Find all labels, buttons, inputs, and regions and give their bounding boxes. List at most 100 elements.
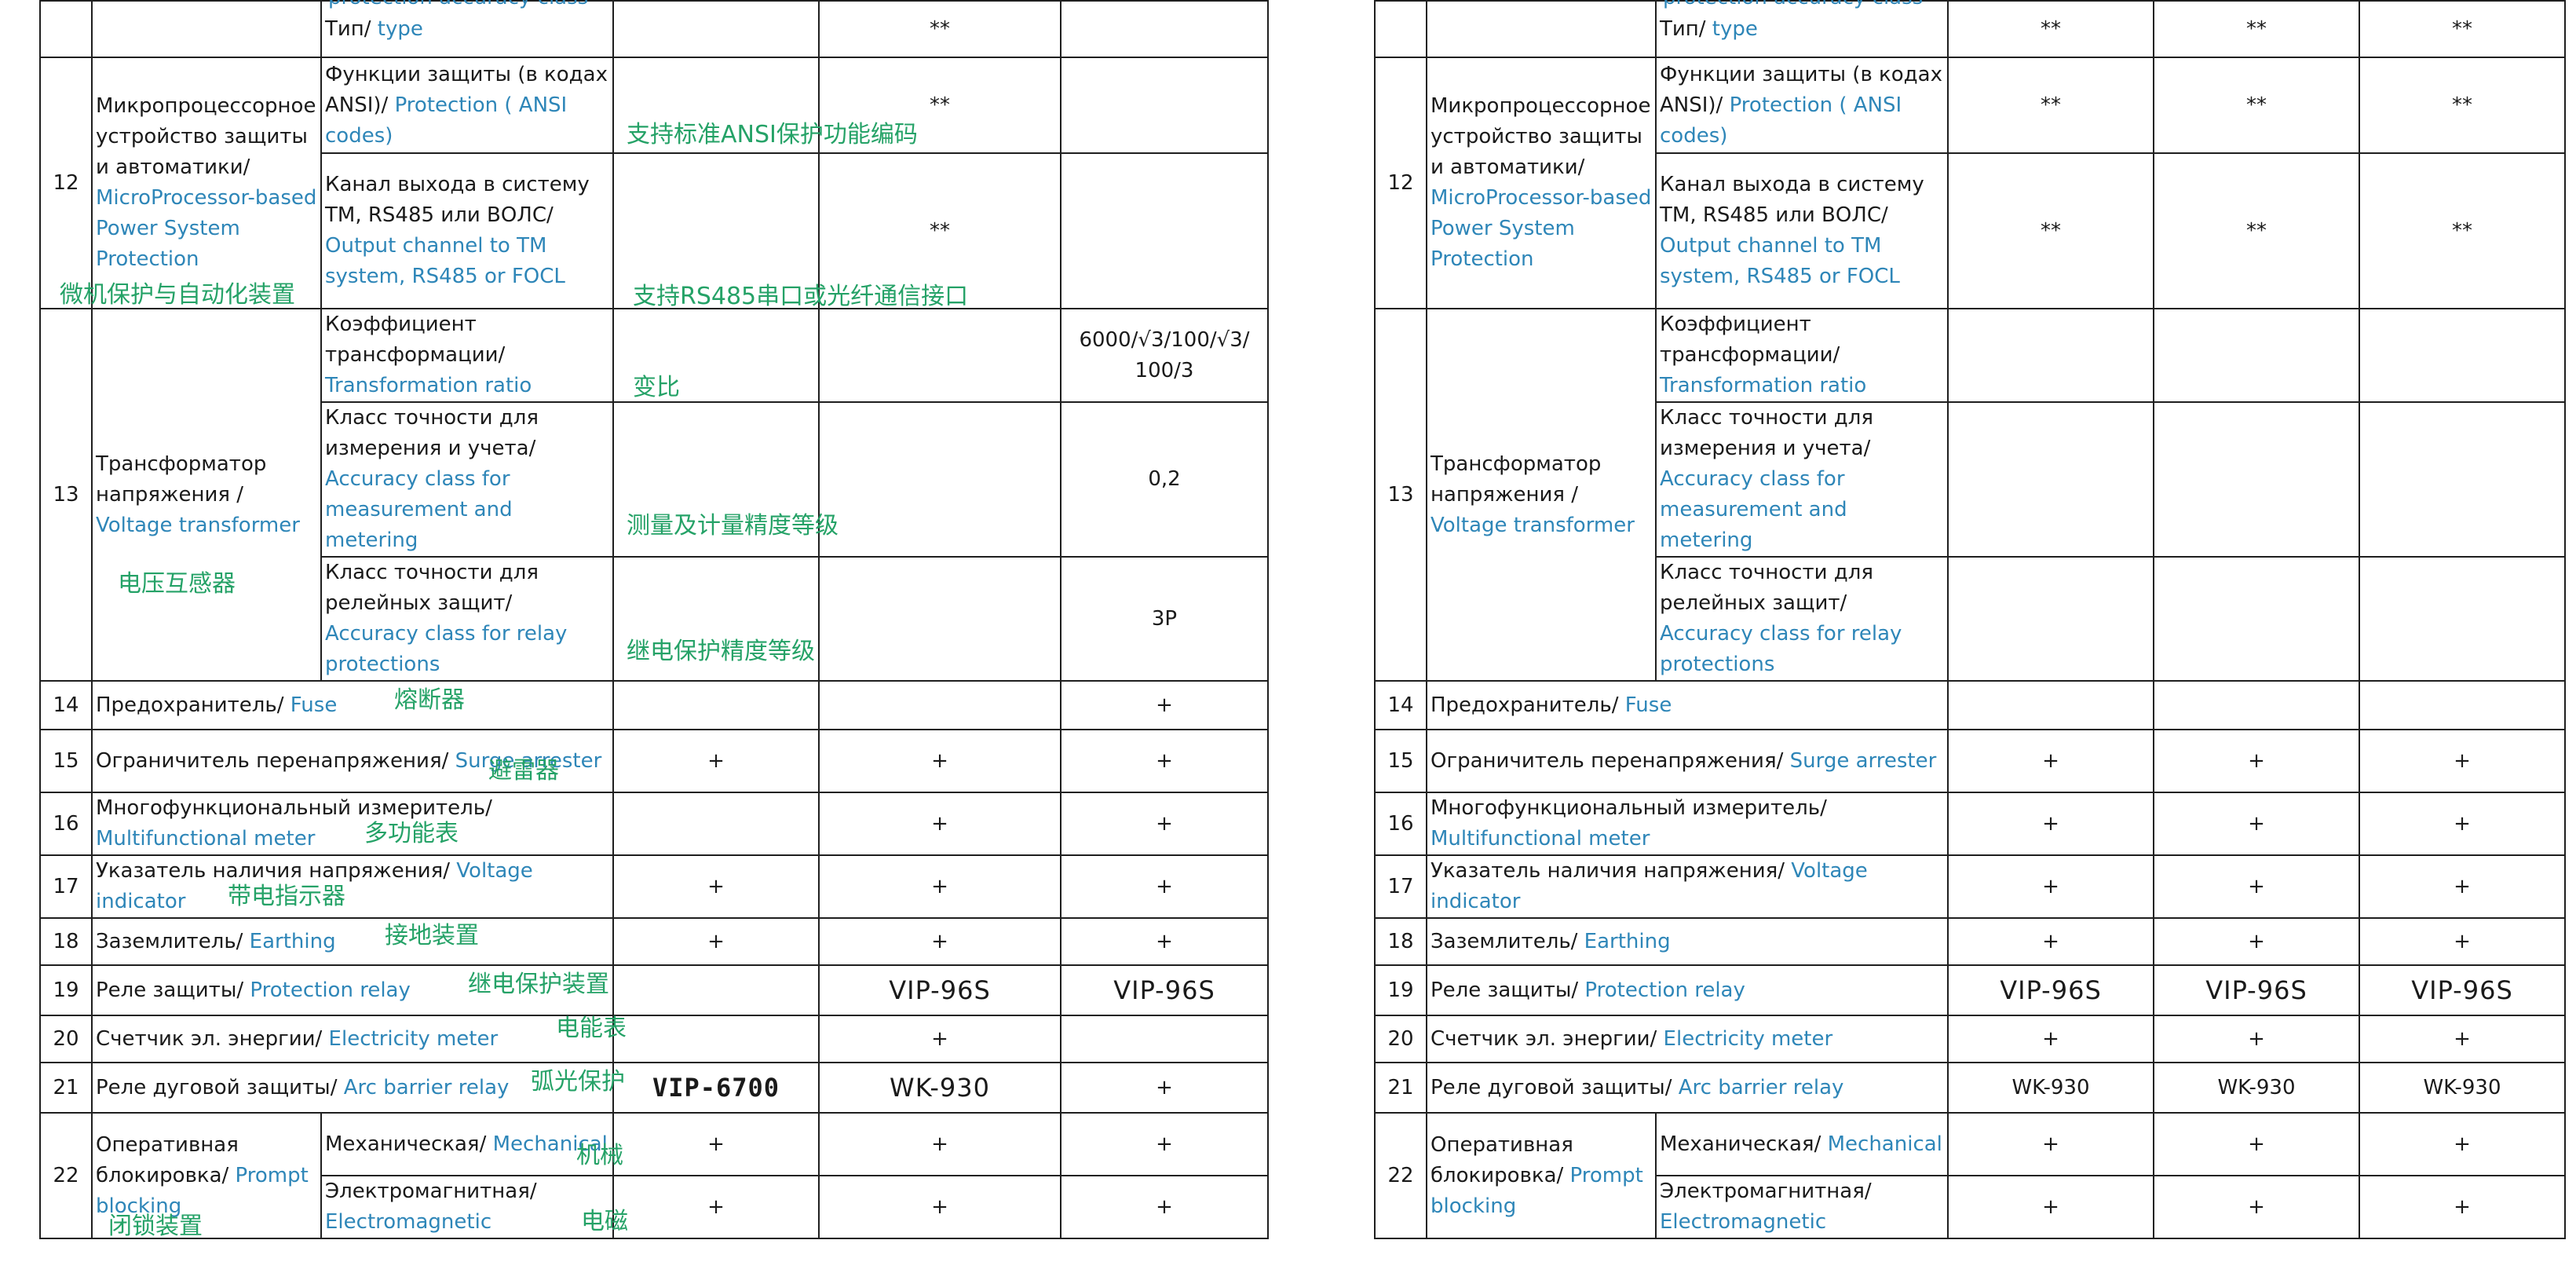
- mark-cell: WK-930: [1947, 1062, 2154, 1114]
- mark-cell: +: [2153, 1015, 2360, 1063]
- table-row: 21 Реле дуговой защиты/ Arc barrier rela…: [39, 1062, 1269, 1114]
- mark-cell: +: [818, 729, 1061, 793]
- zh-annotation: 弧光保护: [531, 1068, 625, 1096]
- row-name-cell: Трансформатор напряжения / Voltage trans…: [91, 308, 322, 682]
- table-row: 16 Многофункциональный измеритель/ Multi…: [1374, 792, 2566, 856]
- table-row: 22 Оперативная блокировка/ Prompt blocki…: [1374, 1112, 2566, 1239]
- row-number: 16: [1374, 792, 1427, 856]
- row-name-cell: Заземлитель/ Earthing: [91, 917, 614, 966]
- value-cell: 3P: [1060, 556, 1269, 682]
- zh-annotation: 继电保护精度等级: [627, 638, 815, 665]
- mark-cell: VIP-96S: [818, 964, 1061, 1016]
- zh-annotation: 电磁: [581, 1208, 628, 1235]
- mark-cell: +: [1060, 1175, 1269, 1239]
- mark-cell: +: [1060, 917, 1269, 966]
- mark-cell: +: [2359, 917, 2566, 966]
- mark-cell: +: [2359, 1112, 2566, 1176]
- mark-cell: +: [1060, 792, 1269, 856]
- table-row: 15 Ограничитель перенапряжения/ Surge ar…: [1374, 729, 2566, 793]
- mark-cell: **: [2359, 0, 2566, 58]
- table-row: Тип/ type **: [39, 0, 1269, 58]
- mark-cell: +: [1947, 1175, 2154, 1239]
- zh-annotation: 电能表: [556, 1015, 627, 1042]
- mark-cell: +: [1060, 1062, 1269, 1114]
- zh-annotation: 闭锁装置: [108, 1213, 203, 1240]
- sub-cell: Электромагнитная/ Electromagnetic: [1655, 1175, 1949, 1239]
- mark-cell: VIP-96S: [1060, 964, 1269, 1016]
- zh-annotation: 带电指示器: [228, 883, 345, 910]
- row-name-cell: Оперативная блокировка/ Prompt blocking: [1426, 1112, 1657, 1239]
- row-name-cell: Реле защиты/ Protection relay: [1426, 964, 1949, 1016]
- sub-cell: Механическая/ Mechanical: [320, 1112, 614, 1176]
- zh-annotation: 测量及计量精度等级: [627, 512, 839, 540]
- row-number: 16: [39, 792, 93, 856]
- table-row: 15 Ограничитель перенапряжения/ Surge ar…: [39, 729, 1269, 793]
- mark-cell: WK-930: [2359, 1062, 2566, 1114]
- mark-cell: +: [612, 854, 820, 919]
- mark-cell: **: [2153, 152, 2360, 309]
- zh-annotation: 变比: [633, 374, 680, 401]
- table-row: 19 Реле защиты/ Protection relay VIP-96S…: [1374, 964, 2566, 1016]
- row-number: 18: [1374, 917, 1427, 966]
- mark-cell: +: [818, 917, 1061, 966]
- mark-cell: +: [2359, 729, 2566, 793]
- table-row: 18 Заземлитель/ Earthing + + +: [39, 917, 1269, 966]
- mark-cell: +: [818, 854, 1061, 919]
- row-name-cell: Счетчик эл. энергии/ Electricity meter: [1426, 1015, 1949, 1063]
- row-number: 22: [39, 1112, 93, 1239]
- mark-cell: +: [1060, 680, 1269, 730]
- sub-cell: Коэффициент трансформации/ Transformatio…: [1655, 308, 1949, 403]
- table-row: 18 Заземлитель/ Earthing + + +: [1374, 917, 2566, 966]
- mark-cell: **: [1947, 57, 2154, 154]
- mark-cell: +: [1947, 1015, 2154, 1063]
- row-number: 17: [1374, 854, 1427, 919]
- row-name-cell: Микропроцессорное устройство защиты и ав…: [91, 57, 322, 309]
- row-number: 20: [39, 1015, 93, 1063]
- mark-cell: +: [1947, 1112, 2154, 1176]
- mark-cell: **: [2359, 57, 2566, 154]
- mark-cell: WK-930: [2153, 1062, 2360, 1114]
- mark-cell: VIP-6700: [612, 1062, 820, 1114]
- sub-cell: Класс точности для измерения и учета/ Ac…: [320, 401, 614, 558]
- table-row: 20 Счетчик эл. энергии/ Electricity mete…: [1374, 1015, 2566, 1063]
- row-name-cell: Микропроцессорное устройство защиты и ав…: [1426, 57, 1657, 309]
- mark-cell: +: [2359, 854, 2566, 919]
- sub-cell: Канал выхода в систему ТМ, RS485 или ВОЛ…: [320, 152, 614, 309]
- mark-cell: +: [1947, 854, 2154, 919]
- row-name-cell: [91, 0, 322, 58]
- row-name-cell: Предохранитель/ Fuse: [1426, 680, 1949, 730]
- zh-annotation: 接地装置: [385, 922, 479, 949]
- zh-annotation: 机械: [576, 1142, 623, 1169]
- row-number: 13: [1374, 308, 1427, 682]
- right-spec-table: Тип/ type ** ** ** 12 Микропроцессорное …: [1374, 0, 2566, 1239]
- row-number: 15: [1374, 729, 1427, 793]
- zh-annotation: 微机保护与自动化装置: [60, 281, 295, 309]
- mark-cell: VIP-96S: [1947, 964, 2154, 1016]
- table-row: 22 Оперативная блокировка/ Prompt blocki…: [39, 1112, 1269, 1239]
- row-name-cell: Реле дуговой защиты/ Arc barrier relay: [1426, 1062, 1949, 1114]
- row-number: [39, 0, 93, 58]
- row-name-cell: Ограничитель перенапряжения/ Surge arres…: [1426, 729, 1949, 793]
- row-name-cell: Счетчик эл. энергии/ Electricity meter: [91, 1015, 614, 1063]
- row-number: 15: [39, 729, 93, 793]
- sub-cell: Функции защиты (в кодах ANSI)/ Protectio…: [1655, 57, 1949, 154]
- mark-cell: +: [2153, 917, 2360, 966]
- sub-cell: Механическая/ Mechanical: [1655, 1112, 1949, 1176]
- sub-cell: Класс точности для релейных защит/ Accur…: [320, 556, 614, 682]
- mark-cell: +: [612, 917, 820, 966]
- table-row: 13 Трансформатор напряжения / Voltage tr…: [1374, 308, 2566, 682]
- zh-annotation: 支持标准ANSI保护功能编码: [627, 121, 918, 148]
- table-row: 17 Указатель наличия напряжения/ Voltage…: [1374, 854, 2566, 919]
- mark-cell: +: [818, 1015, 1061, 1063]
- table-row: Тип/ type ** ** **: [1374, 0, 2566, 58]
- mark-cell: +: [2153, 854, 2360, 919]
- zh-annotation: 电压互感器: [118, 570, 236, 598]
- mark-cell: +: [2359, 792, 2566, 856]
- mark-cell: +: [1060, 1112, 1269, 1176]
- zh-annotation: 多功能表: [364, 820, 459, 847]
- mark-cell: +: [2153, 1175, 2360, 1239]
- value-cell: 0,2: [1060, 401, 1269, 558]
- table-row: 14 Предохранитель/ Fuse: [1374, 680, 2566, 730]
- mark-cell: +: [2153, 792, 2360, 856]
- row-number: 20: [1374, 1015, 1427, 1063]
